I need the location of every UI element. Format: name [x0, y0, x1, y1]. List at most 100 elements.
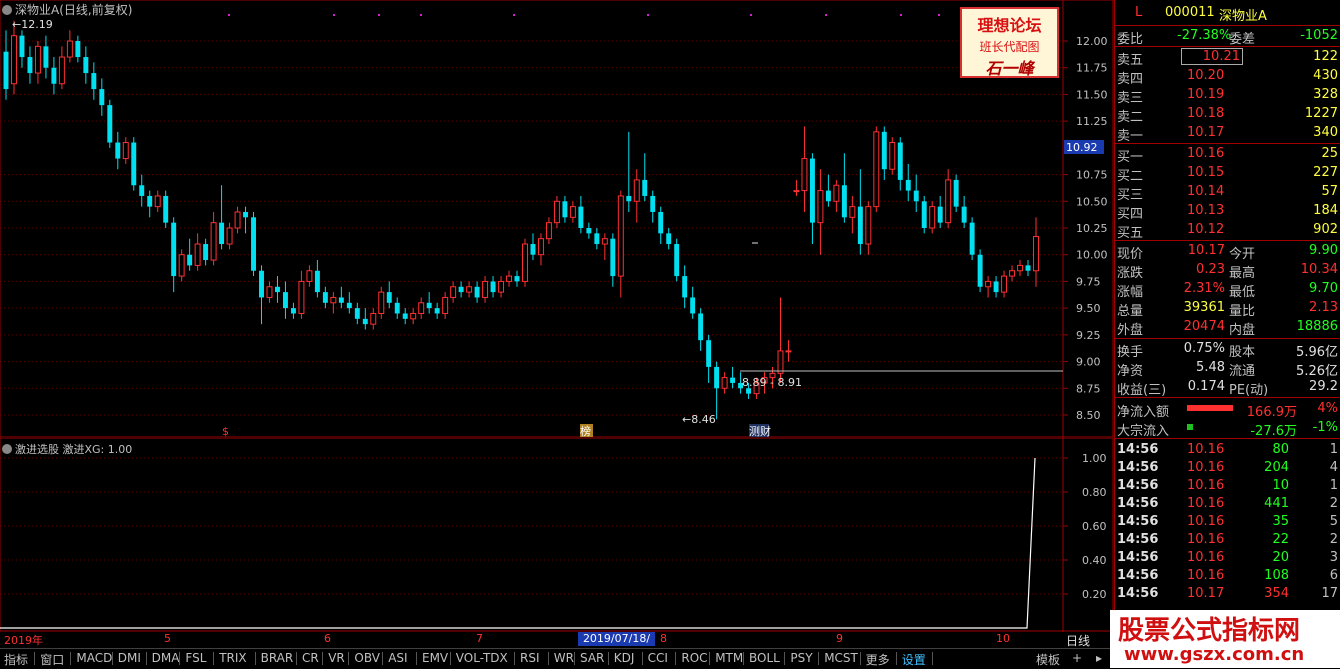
tick-row: 14:56 10.16 22 2	[1115, 531, 1340, 549]
stat-label: 涨跌	[1117, 266, 1144, 281]
stat-label: 净资	[1117, 364, 1144, 379]
watermark-title: 股票公式指标网	[1118, 616, 1301, 646]
indicator-tab[interactable]: 指标	[4, 651, 28, 668]
bid-row: 买二 10.15 227	[1115, 164, 1340, 184]
indicator-tab[interactable]: VR	[328, 651, 345, 665]
event-marker: 测财	[749, 424, 771, 438]
indicator-tab[interactable]: RSI	[520, 651, 540, 665]
indicator-tab[interactable]: CR	[302, 651, 319, 665]
x-label-may: 5	[164, 632, 171, 645]
flow-value: 166.9万	[1246, 405, 1297, 420]
indicator-tab[interactable]: TRIX	[219, 651, 246, 665]
stat-label: 外盘	[1117, 323, 1144, 338]
indicator-tab[interactable]: SAR	[580, 651, 604, 665]
stat2-row: 净资 5.48 流通 5.26亿	[1115, 359, 1340, 379]
candle-body	[418, 302, 425, 314]
stat-value: 9.90	[1309, 243, 1338, 258]
candle-body	[809, 158, 815, 223]
indicator-title[interactable]: 激进选股 激进XG: 1.00	[2, 441, 132, 457]
indicator-tab[interactable]: WR	[554, 651, 574, 665]
stat-row: 现价 10.17 今开 9.90	[1115, 242, 1340, 262]
template-tab[interactable]: 模板	[1036, 651, 1060, 668]
stat-value: 29.2	[1309, 379, 1338, 394]
indicator-chart[interactable]: 1.00 0.80 0.60 0.40 0.20	[0, 438, 1114, 632]
indicator-tab[interactable]: ASI	[388, 651, 407, 665]
indicator-tab[interactable]: MACD	[76, 651, 112, 665]
tick-price: 10.16	[1187, 460, 1225, 475]
candle-body	[825, 190, 831, 202]
indicator-tab[interactable]: OBV	[354, 651, 380, 665]
indicator-tab[interactable]: DMA	[152, 651, 180, 665]
tick-volume: 204	[1264, 460, 1289, 475]
indicator-tab[interactable]: MTM	[715, 651, 743, 665]
ask-row: 卖二 10.18 1227	[1115, 105, 1340, 125]
indicator-tab[interactable]: EMV	[422, 651, 448, 665]
tick-row: 14:56 10.16 80 1	[1115, 441, 1340, 459]
candle-body	[578, 206, 584, 228]
flow-row: 净流入额 166.9万 4%	[1115, 400, 1340, 420]
tab-separator	[145, 652, 147, 665]
scroll-right-icon[interactable]: ▸	[1096, 651, 1102, 665]
bid-volume: 57	[1321, 184, 1338, 199]
candle-body	[617, 195, 624, 277]
candle-body	[219, 222, 225, 245]
stat-label: 涨幅	[1117, 285, 1144, 300]
candle-body	[99, 89, 105, 106]
tick-volume: 80	[1272, 442, 1289, 457]
candle-body	[562, 201, 568, 218]
tick-volume: 35	[1272, 514, 1289, 529]
candle-body	[490, 281, 496, 293]
indicator-tab[interactable]: 设置	[902, 651, 926, 668]
candle-body	[642, 179, 648, 196]
chart-menu-icon[interactable]	[2, 5, 12, 15]
tick-count: 3	[1329, 550, 1338, 565]
indicator-tab[interactable]: FSL	[185, 651, 206, 665]
bid-label: 买二	[1117, 169, 1144, 184]
x-label-oct: 10	[996, 632, 1010, 645]
ask-volume: 122	[1313, 49, 1338, 64]
indicator-tab[interactable]: VOL-TDX	[456, 651, 508, 665]
x-label-jun: 6	[324, 632, 331, 645]
stat-label: 换手	[1117, 345, 1144, 360]
price-axis-label: 9.50	[1076, 302, 1101, 315]
indicator-tab[interactable]: 更多	[866, 651, 890, 668]
bid-label: 买三	[1117, 188, 1144, 203]
event-dot	[900, 14, 902, 16]
tab-separator	[607, 652, 609, 665]
tab-separator	[514, 652, 515, 665]
event-dot	[420, 14, 422, 16]
candle-body	[841, 185, 847, 218]
indicator-tab[interactable]: 窗口	[40, 651, 64, 668]
tick-price: 10.16	[1187, 550, 1225, 565]
chart-title[interactable]: 深物业A(日线,前复权)	[2, 1, 132, 18]
indicator-menu-icon[interactable]	[2, 444, 12, 454]
tab-separator	[296, 652, 297, 665]
price-axis-label: 10.75	[1076, 169, 1108, 182]
add-tab-button[interactable]: +	[1072, 651, 1082, 665]
price-axis-label: 10.00	[1076, 249, 1108, 262]
indicator-tab[interactable]: CCI	[648, 651, 668, 665]
indicator-tab[interactable]: DMI	[118, 651, 141, 665]
indicator-axis-label: 0.40	[1082, 554, 1107, 567]
candlestick-chart[interactable]: 12.00 11.75 11.50 11.25 10.75 10.50 10.25 10.00…	[0, 0, 1114, 438]
tick-count: 5	[1329, 514, 1338, 529]
stat-label: 最高	[1229, 266, 1256, 281]
candle-body	[203, 244, 209, 261]
indicator-tab[interactable]: MCST	[824, 651, 858, 665]
candle-body	[402, 313, 408, 319]
indicator-tab[interactable]: KDJ	[614, 651, 635, 665]
candle-body	[953, 179, 959, 207]
candle-body	[115, 142, 121, 159]
candle-body	[897, 142, 903, 180]
tick-count: 6	[1329, 568, 1338, 583]
period-label[interactable]: 日线	[1066, 632, 1090, 649]
candle-body	[1001, 275, 1008, 293]
tab-separator	[784, 652, 786, 665]
candle-body	[66, 40, 73, 58]
candle-body	[873, 131, 880, 208]
indicator-tab[interactable]: ROC	[681, 651, 707, 665]
candle-body	[482, 280, 489, 298]
indicator-tab[interactable]: BRAR	[261, 651, 294, 665]
indicator-tab[interactable]: BOLL	[749, 651, 780, 665]
indicator-tab[interactable]: PSY	[790, 651, 812, 665]
